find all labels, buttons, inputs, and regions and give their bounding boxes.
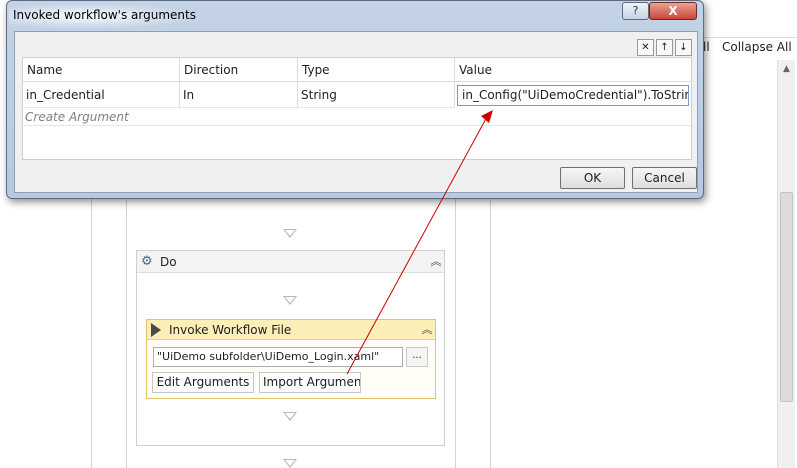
- arguments-grid: Name Direction Type Value in_Credential …: [22, 57, 692, 160]
- edit-arguments-button[interactable]: Edit Arguments: [152, 372, 254, 393]
- expand-all-link[interactable]: ll: [703, 40, 710, 54]
- play-icon: [151, 323, 161, 337]
- move-down-icon[interactable]: ↓: [675, 39, 692, 56]
- scrollbar-thumb[interactable]: [780, 192, 793, 402]
- collapse-do-icon[interactable]: ︽: [430, 256, 442, 268]
- designer-top-strip: [700, 0, 797, 38]
- column-header-direction[interactable]: Direction: [180, 58, 298, 82]
- drop-target-icon[interactable]: [283, 296, 297, 305]
- argument-name-cell[interactable]: in_Credential: [23, 82, 180, 108]
- drop-target-icon[interactable]: [283, 412, 297, 421]
- column-header-name[interactable]: Name: [23, 58, 180, 82]
- column-header-value[interactable]: Value: [455, 58, 691, 82]
- import-arguments-button[interactable]: Import Arguments: [259, 372, 361, 393]
- sequence-gear-icon: ⚙: [141, 254, 153, 269]
- argument-value-input[interactable]: in_Config("UiDemoCredential").ToStrin: [457, 85, 689, 106]
- dialog-title: Invoked workflow's arguments: [13, 8, 196, 22]
- dialog-content: ✕ ↑ ↓ Name Direction Type Value in_Crede…: [14, 31, 698, 193]
- invoke-workflow-file-activity[interactable]: Invoke Workflow File ︽ "UiDemo subfolder…: [146, 319, 436, 399]
- drop-target-icon[interactable]: [283, 229, 297, 238]
- close-button[interactable]: X: [649, 2, 697, 20]
- column-header-type[interactable]: Type: [298, 58, 455, 82]
- do-activity-header: ⚙ Do ︽: [137, 251, 444, 273]
- argument-type-cell[interactable]: String: [298, 82, 455, 108]
- create-argument-row[interactable]: Create Argument: [23, 108, 691, 126]
- scroll-up-icon[interactable]: ▲: [781, 64, 792, 74]
- vertical-scrollbar[interactable]: ▲: [777, 60, 795, 468]
- invoke-workflow-title: Invoke Workflow File: [169, 323, 292, 337]
- browse-file-button[interactable]: ...: [406, 347, 428, 367]
- workflow-path-input[interactable]: "UiDemo subfolder\UiDemo_Login.xaml": [153, 347, 403, 367]
- drop-target-icon[interactable]: [283, 459, 297, 468]
- do-activity-title: Do: [160, 255, 177, 269]
- help-button[interactable]: ?: [622, 2, 649, 20]
- collapse-all-link[interactable]: Collapse All: [722, 40, 792, 54]
- delete-argument-icon[interactable]: ✕: [637, 39, 654, 56]
- move-up-icon[interactable]: ↑: [656, 39, 673, 56]
- ok-button[interactable]: OK: [560, 167, 625, 189]
- collapse-invoke-icon[interactable]: ︽: [421, 324, 433, 336]
- argument-direction-cell[interactable]: In: [180, 82, 298, 108]
- cancel-button[interactable]: Cancel: [632, 167, 697, 189]
- invoke-workflow-header: Invoke Workflow File ︽: [147, 320, 435, 340]
- arguments-dialog: Invoked workflow's arguments ? X ✕ ↑ ↓ N…: [6, 0, 704, 199]
